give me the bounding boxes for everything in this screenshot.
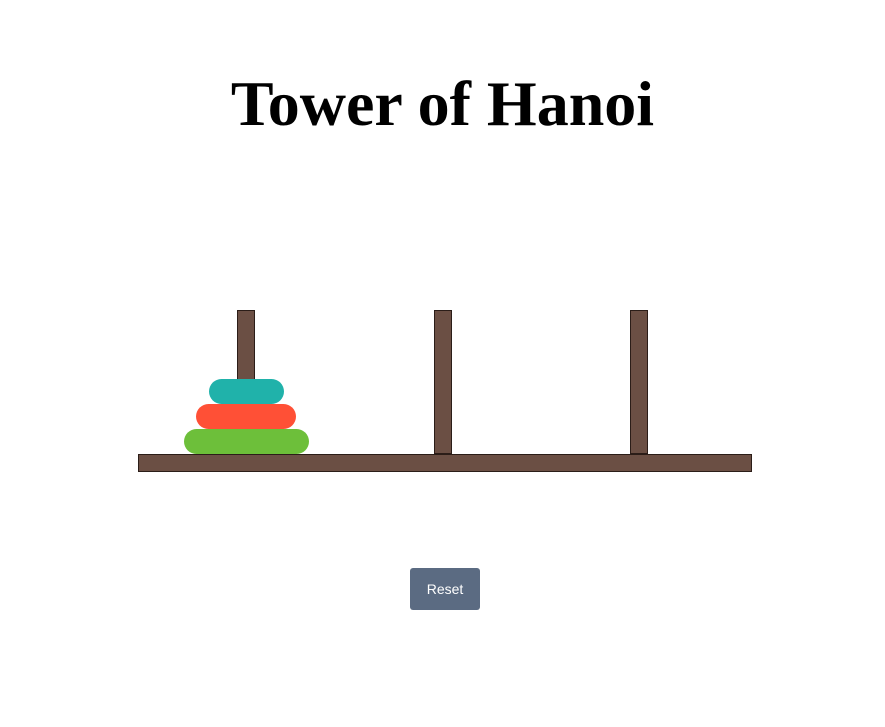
disk-1[interactable] bbox=[208, 379, 284, 404]
board-base bbox=[138, 454, 752, 472]
peg-2[interactable] bbox=[434, 310, 452, 454]
game-board bbox=[0, 0, 885, 727]
reset-button[interactable]: Reset bbox=[410, 568, 480, 610]
disk-3 bbox=[183, 429, 309, 454]
disk-2 bbox=[196, 404, 296, 429]
peg-3[interactable] bbox=[630, 310, 648, 454]
game-page: Tower of Hanoi Reset bbox=[0, 0, 885, 727]
